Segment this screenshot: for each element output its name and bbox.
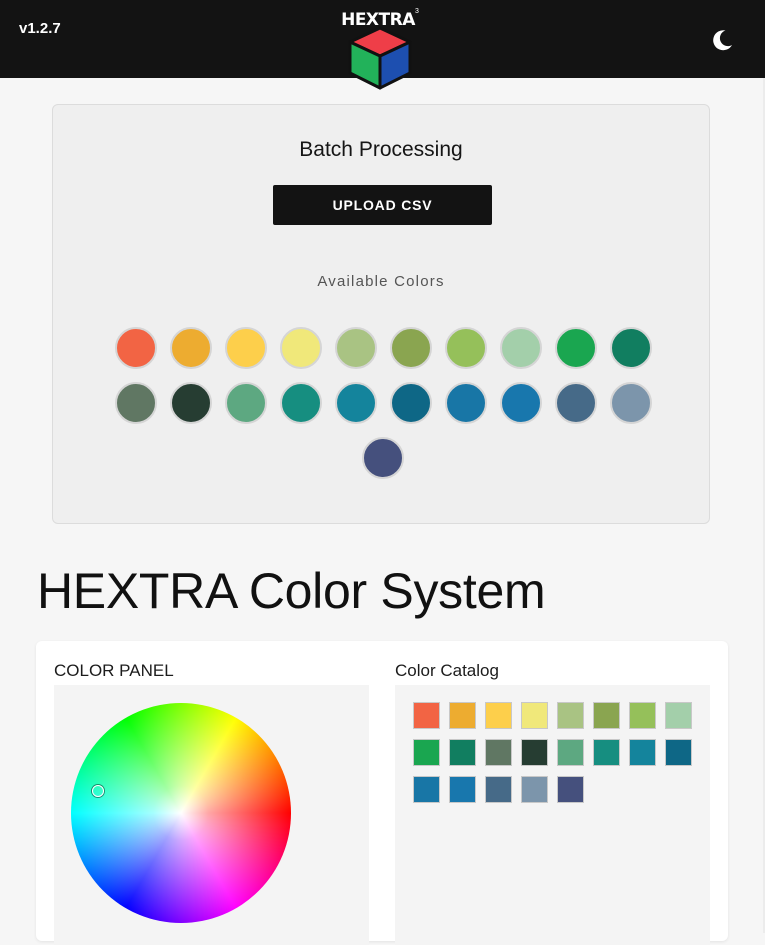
catalog-color-chip[interactable] (521, 702, 548, 729)
catalog-color-chip[interactable] (413, 702, 440, 729)
color-swatch[interactable] (499, 382, 542, 424)
color-swatch[interactable] (389, 327, 432, 369)
color-swatch[interactable] (554, 327, 597, 369)
color-swatch[interactable] (169, 382, 212, 424)
color-wheel-handle[interactable] (92, 785, 104, 797)
cube-icon (348, 26, 412, 90)
catalog-color-chip[interactable] (629, 702, 656, 729)
catalog-color-chip[interactable] (557, 739, 584, 766)
color-panel (54, 685, 369, 945)
color-swatch[interactable] (279, 382, 322, 424)
color-catalog (395, 685, 710, 945)
color-swatch[interactable] (444, 327, 487, 369)
color-swatch[interactable] (224, 327, 267, 369)
catalog-color-chip[interactable] (449, 739, 476, 766)
color-swatch[interactable] (224, 382, 267, 424)
color-swatch[interactable] (334, 327, 377, 369)
catalog-color-chip[interactable] (485, 739, 512, 766)
top-bar: v1.2.7 HEXTRA 3 (0, 0, 765, 90)
catalog-color-chip[interactable] (521, 776, 548, 803)
catalog-color-chip[interactable] (629, 739, 656, 766)
catalog-color-chip[interactable] (665, 702, 692, 729)
color-catalog-label: Color Catalog (395, 661, 499, 680)
upload-csv-button[interactable]: UPLOAD CSV (273, 185, 492, 225)
batch-processing-card: Batch Processing UPLOAD CSV Available Co… (52, 104, 710, 524)
logo-superscript: 3 (415, 8, 419, 15)
moon-icon (713, 30, 732, 51)
color-swatch[interactable] (389, 382, 432, 424)
catalog-color-chip[interactable] (557, 776, 584, 803)
catalog-color-chip[interactable] (485, 702, 512, 729)
color-swatch[interactable] (114, 327, 157, 369)
catalog-color-chip[interactable] (593, 739, 620, 766)
color-swatch[interactable] (499, 327, 542, 369)
color-system-card: COLOR PANEL Color Catalog (36, 641, 728, 945)
available-colors-label: Available Colors (317, 273, 445, 290)
catalog-color-chip[interactable] (413, 776, 440, 803)
color-swatch[interactable] (279, 327, 322, 369)
batch-title: Batch Processing (299, 138, 463, 161)
catalog-color-chip[interactable] (485, 776, 512, 803)
color-catalog-grid (413, 702, 703, 803)
theme-toggle-button[interactable] (708, 26, 736, 54)
color-swatch[interactable] (362, 437, 404, 479)
color-swatch[interactable] (334, 382, 377, 424)
color-panel-label: COLOR PANEL (54, 661, 174, 680)
available-colors-grid (113, 327, 653, 479)
catalog-color-chip[interactable] (557, 702, 584, 729)
catalog-color-chip[interactable] (593, 702, 620, 729)
color-swatch[interactable] (554, 382, 597, 424)
color-swatch[interactable] (609, 327, 652, 369)
catalog-color-chip[interactable] (521, 739, 548, 766)
color-swatch[interactable] (114, 382, 157, 424)
catalog-color-chip[interactable] (665, 739, 692, 766)
catalog-color-chip[interactable] (413, 739, 440, 766)
version-label: v1.2.7 (19, 20, 61, 37)
color-wheel[interactable] (71, 703, 291, 923)
color-swatch[interactable] (609, 382, 652, 424)
catalog-color-chip[interactable] (449, 776, 476, 803)
catalog-color-chip[interactable] (449, 702, 476, 729)
color-swatch[interactable] (169, 327, 212, 369)
page-title: HEXTRA Color System (37, 563, 546, 619)
color-swatch[interactable] (444, 382, 487, 424)
hextra-logo[interactable]: HEXTRA 3 (339, 6, 423, 90)
